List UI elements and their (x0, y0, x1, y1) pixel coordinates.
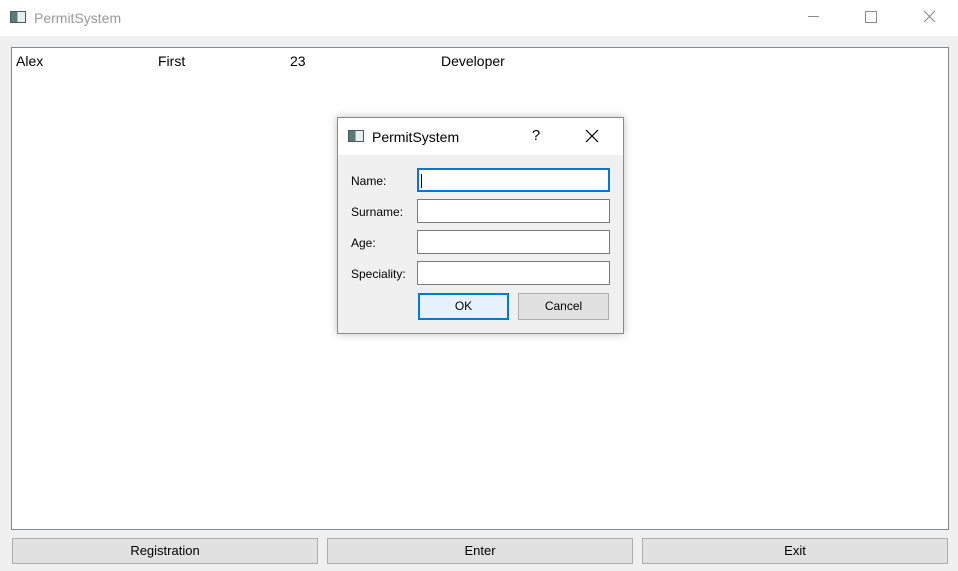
ok-button[interactable]: OK (418, 293, 509, 320)
list-item[interactable]: Alex First 23 Developer (12, 50, 948, 72)
surname-field[interactable] (417, 199, 610, 223)
speciality-field[interactable] (417, 261, 610, 285)
registration-button[interactable]: Registration (12, 538, 318, 564)
maximize-icon (865, 11, 877, 23)
help-button[interactable]: ? (524, 122, 548, 150)
dialog-close-button[interactable] (574, 122, 610, 150)
maximize-button[interactable] (848, 0, 894, 34)
minimize-icon (808, 16, 819, 17)
age-field[interactable] (417, 230, 610, 254)
app-window-icon (348, 130, 364, 142)
row-surname: First (158, 53, 186, 69)
row-speciality: Developer (441, 53, 505, 69)
text-caret (421, 174, 422, 188)
name-label: Name: (351, 174, 387, 188)
name-field[interactable] (417, 168, 610, 192)
close-icon (923, 10, 936, 23)
app-window-icon (10, 11, 26, 23)
dialog-title: PermitSystem (372, 129, 460, 145)
close-button[interactable] (906, 0, 952, 34)
dialog-title-bar[interactable]: PermitSystem ? (338, 118, 623, 155)
row-name: Alex (16, 53, 44, 69)
registration-dialog: PermitSystem ? Name: Surname: Age: Speci… (337, 117, 624, 334)
age-label: Age: (351, 236, 376, 250)
minimize-button[interactable] (790, 0, 836, 34)
cancel-button[interactable]: Cancel (518, 293, 609, 320)
speciality-label: Speciality: (351, 267, 406, 281)
row-age: 23 (290, 53, 306, 69)
enter-button[interactable]: Enter (327, 538, 633, 564)
close-icon (585, 129, 599, 143)
surname-label: Surname: (351, 205, 404, 219)
title-bar[interactable]: PermitSystem (0, 0, 958, 36)
window-title: PermitSystem (34, 10, 122, 26)
exit-button[interactable]: Exit (642, 538, 948, 564)
main-window: PermitSystem Alex First 23 Developer Reg… (0, 0, 958, 571)
